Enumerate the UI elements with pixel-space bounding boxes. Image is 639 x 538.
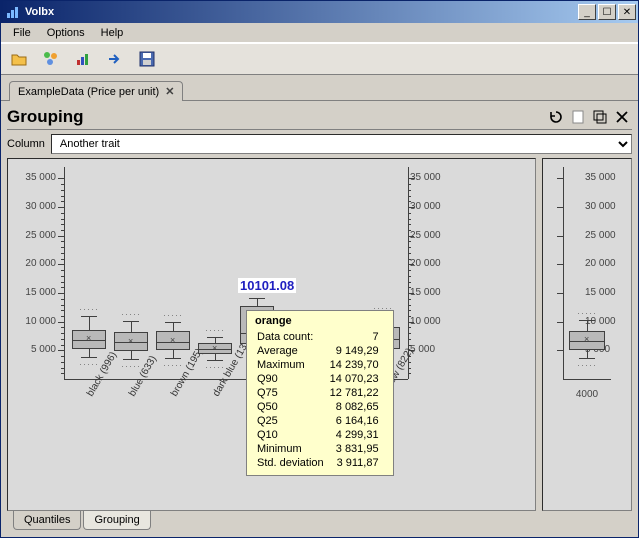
tooltip-title: orange bbox=[255, 315, 385, 327]
y-tick-label: 25 000 bbox=[585, 230, 629, 241]
tooltip-row-label: Average bbox=[257, 345, 328, 357]
tooltip-row-label: Data count: bbox=[257, 331, 328, 343]
y-tick-label: 10 000 bbox=[12, 316, 56, 327]
document-tab-label: ExampleData (Price per unit) bbox=[18, 86, 159, 98]
y-tick-label: 15 000 bbox=[410, 287, 446, 298]
chart-area: 35 000 35 000 30 000 30 000 25 000 25 000 20 0… bbox=[7, 158, 632, 511]
tooltip-row-label: Minimum bbox=[257, 443, 328, 455]
titlebar: Volbx _ ☐ ✕ bbox=[1, 1, 638, 23]
minimize-button[interactable]: _ bbox=[578, 4, 596, 20]
column-select[interactable]: Another trait bbox=[51, 134, 632, 154]
document-tab[interactable]: ExampleData (Price per unit) ✕ bbox=[9, 81, 183, 101]
close-button[interactable]: ✕ bbox=[618, 4, 636, 20]
main-boxplot: 35 000 35 000 30 000 30 000 25 000 25 000 20 0… bbox=[7, 158, 536, 511]
chart-icon[interactable] bbox=[71, 47, 95, 71]
maximize-button[interactable]: ☐ bbox=[598, 4, 616, 20]
bottom-tabs: Quantiles Grouping bbox=[7, 511, 632, 533]
tab-quantiles[interactable]: Quantiles bbox=[13, 511, 81, 530]
y-tick-label: 35 000 bbox=[410, 172, 446, 183]
menu-options[interactable]: Options bbox=[39, 25, 93, 41]
tooltip-row-value: 8 082,65 bbox=[330, 401, 383, 413]
y-tick-label: 35 000 bbox=[585, 172, 629, 183]
window-title: Volbx bbox=[25, 6, 578, 18]
y-tick-label: 5 000 bbox=[410, 344, 446, 355]
column-label: Column bbox=[7, 138, 45, 150]
tooltip-row-value: 3 831,95 bbox=[330, 443, 383, 455]
tooltip-row-value: 9 149,29 bbox=[330, 345, 383, 357]
stats-tooltip: orange Data count:7Average9 149,29Maximum… bbox=[246, 310, 394, 476]
panel-close-icon[interactable] bbox=[612, 107, 632, 127]
tooltip-row-label: Q10 bbox=[257, 429, 328, 441]
y-tick-label: 20 000 bbox=[410, 258, 446, 269]
menubar: File Options Help bbox=[1, 23, 638, 43]
tooltip-row-value: 7 bbox=[330, 331, 383, 343]
tooltip-row-label: Maximum bbox=[257, 359, 328, 371]
tooltip-row-label: Q75 bbox=[257, 387, 328, 399]
y-tick-label: 35 000 bbox=[12, 172, 56, 183]
panel-header: Grouping bbox=[7, 105, 632, 130]
panel: Grouping Column Another trait 35 00035 0… bbox=[1, 101, 638, 537]
duplicate-icon[interactable] bbox=[590, 107, 610, 127]
window-buttons: _ ☐ ✕ bbox=[578, 4, 636, 20]
y-tick-label: 25 000 bbox=[12, 230, 56, 241]
y-tick-label: 30 000 bbox=[585, 201, 629, 212]
tab-grouping[interactable]: Grouping bbox=[83, 511, 150, 530]
menu-file[interactable]: File bbox=[5, 25, 39, 41]
summary-boxplot: 35 00030 00025 00020 00015 00010 0005 00… bbox=[542, 158, 632, 511]
tooltip-row-value: 4 299,31 bbox=[330, 429, 383, 441]
y-tick-label: 10 000 bbox=[410, 316, 446, 327]
y-tick-label: 20 000 bbox=[12, 258, 56, 269]
new-page-icon[interactable] bbox=[568, 107, 588, 127]
tooltip-row-label: Q25 bbox=[257, 415, 328, 427]
refresh-icon[interactable] bbox=[546, 107, 566, 127]
panel-title: Grouping bbox=[7, 107, 544, 127]
export-icon[interactable] bbox=[103, 47, 127, 71]
y-tick-label: 15 000 bbox=[12, 287, 56, 298]
tooltip-row-value: 14 239,70 bbox=[330, 359, 383, 371]
open-icon[interactable] bbox=[7, 47, 31, 71]
tooltip-row-value: 14 070,23 bbox=[330, 373, 383, 385]
y-tick-label: 5 000 bbox=[12, 344, 56, 355]
y-tick-label: 20 000 bbox=[585, 258, 629, 269]
app-window: Volbx _ ☐ ✕ File Options Help ExampleDat… bbox=[0, 0, 639, 538]
tooltip-row-label: Q50 bbox=[257, 401, 328, 413]
column-selector-row: Column Another trait bbox=[7, 134, 632, 154]
tooltip-row-value: 3 911,87 bbox=[330, 457, 383, 469]
x-category-label: brown (195) bbox=[169, 347, 205, 399]
y-tick-label: 25 000 bbox=[410, 230, 446, 241]
toolbar bbox=[1, 43, 638, 75]
save-icon[interactable] bbox=[135, 47, 159, 71]
side-x-label: 4000 bbox=[569, 389, 605, 400]
tooltip-row-value: 12 781,22 bbox=[330, 387, 383, 399]
document-tabs: ExampleData (Price per unit) ✕ bbox=[1, 75, 638, 101]
y-tick-label: 30 000 bbox=[12, 201, 56, 212]
config-icon[interactable] bbox=[39, 47, 63, 71]
y-tick-label: 15 000 bbox=[585, 287, 629, 298]
app-icon bbox=[5, 4, 21, 20]
tooltip-row-label: Std. deviation bbox=[257, 457, 328, 469]
tooltip-row-label: Q90 bbox=[257, 373, 328, 385]
tooltip-row-value: 6 164,16 bbox=[330, 415, 383, 427]
y-tick-label: 30 000 bbox=[410, 201, 446, 212]
highlight-value-label: 10101.08 bbox=[238, 278, 296, 293]
menu-help[interactable]: Help bbox=[93, 25, 132, 41]
close-tab-icon[interactable]: ✕ bbox=[165, 85, 174, 98]
